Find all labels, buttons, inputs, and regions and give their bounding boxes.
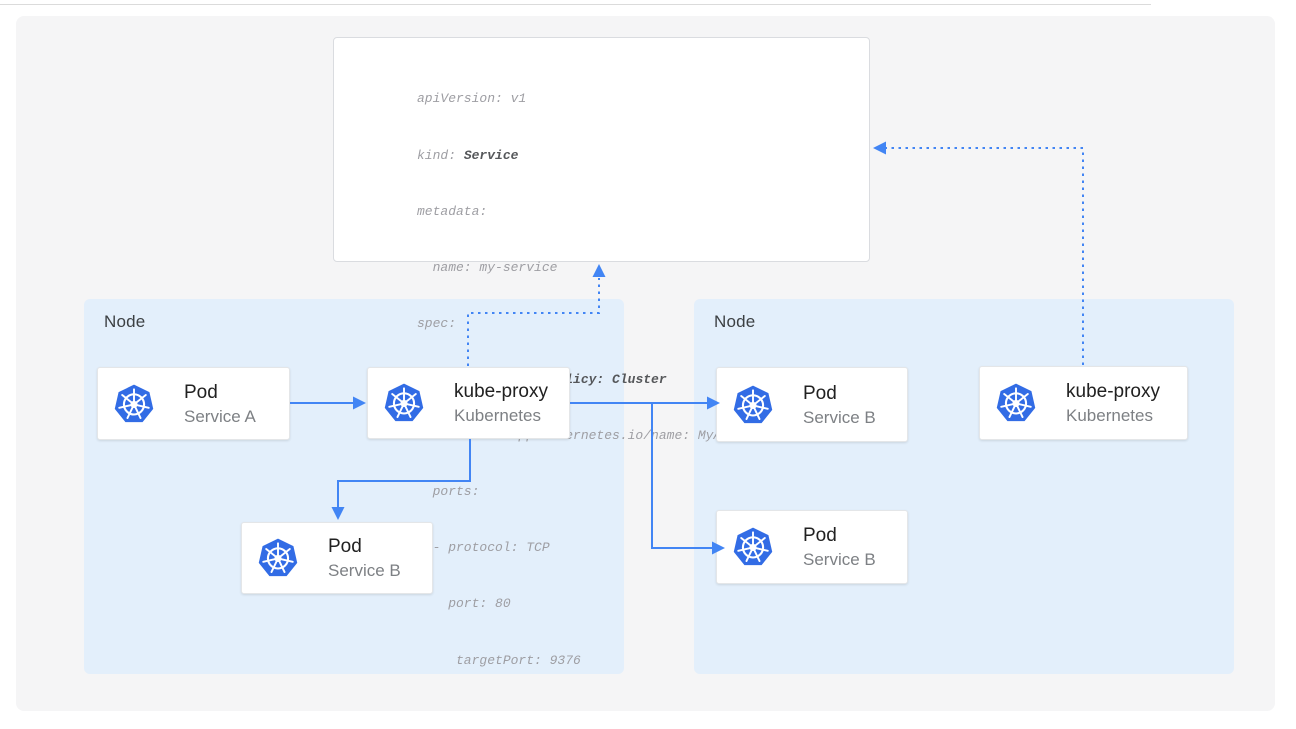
card-subtitle: Service B bbox=[803, 406, 876, 429]
card-subtitle: Kubernetes bbox=[1066, 404, 1160, 427]
page-top-divider bbox=[0, 4, 1151, 5]
yaml-line: spec: bbox=[417, 315, 737, 334]
yaml-line: - protocol: TCP bbox=[417, 539, 737, 558]
service-yaml-card: apiVersion: v1 kind: Service metadata: n… bbox=[333, 37, 870, 262]
card-title: Pod bbox=[803, 523, 876, 548]
pod-card-service-b-right-top: Pod Service B bbox=[716, 367, 908, 442]
card-title: kube-proxy bbox=[454, 379, 548, 404]
yaml-line: metadata: bbox=[417, 203, 737, 222]
pod-card-service-a: Pod Service A bbox=[97, 367, 290, 440]
kubernetes-icon bbox=[257, 537, 299, 579]
kubernetes-icon bbox=[732, 384, 774, 426]
kubernetes-icon bbox=[995, 382, 1037, 424]
node-panel-right: Node bbox=[694, 299, 1234, 674]
card-subtitle: Service A bbox=[184, 405, 256, 428]
yaml-line: kind: Service bbox=[417, 147, 737, 166]
yaml-line: apiVersion: v1 bbox=[417, 90, 737, 109]
yaml-line: port: 80 bbox=[417, 595, 737, 614]
yaml-line: targetPort: 9376 bbox=[417, 652, 737, 671]
kubernetes-icon bbox=[113, 383, 155, 425]
card-title: Pod bbox=[184, 380, 256, 405]
kubernetes-icon bbox=[732, 526, 774, 568]
card-title: Pod bbox=[803, 381, 876, 406]
pod-card-service-b-right-bottom: Pod Service B bbox=[716, 510, 908, 584]
node-label: Node bbox=[104, 312, 145, 332]
kubernetes-icon bbox=[383, 382, 425, 424]
kubernetes-internal-traffic-diagram: Node Node apiVersion: v1 kind: Service m… bbox=[0, 0, 1296, 729]
yaml-line: ports: bbox=[417, 483, 737, 502]
card-subtitle: Service B bbox=[328, 559, 401, 582]
kube-proxy-card-left: kube-proxy Kubernetes bbox=[367, 367, 570, 439]
yaml-line: name: my-service bbox=[417, 259, 737, 278]
card-title: kube-proxy bbox=[1066, 379, 1160, 404]
card-subtitle: Kubernetes bbox=[454, 404, 548, 427]
kube-proxy-card-right: kube-proxy Kubernetes bbox=[979, 366, 1188, 440]
card-subtitle: Service B bbox=[803, 548, 876, 571]
pod-card-service-b-left: Pod Service B bbox=[241, 522, 433, 594]
card-title: Pod bbox=[328, 534, 401, 559]
